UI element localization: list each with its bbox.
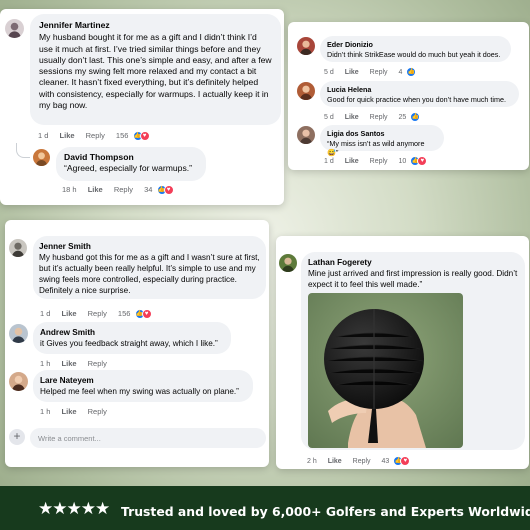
comment-time: 1 d — [40, 309, 51, 318]
trust-banner: ★★★★★ Trusted and loved by 6,000+ Golfer… — [0, 486, 530, 530]
reaction-count: 156 — [115, 131, 129, 140]
reply-button[interactable]: Reply — [88, 309, 107, 318]
reactions[interactable]: 👍 — [410, 112, 421, 122]
reactions[interactable]: 👍 — [406, 67, 417, 77]
reply-button[interactable]: Reply — [370, 158, 388, 165]
love-reaction-icon: ♥ — [163, 185, 174, 196]
comment-bubble: Eder Dionizio Didn’t think StrikEase wou… — [320, 36, 511, 62]
product-photo[interactable] — [308, 293, 463, 448]
avatar[interactable] — [297, 126, 315, 144]
comment-text: Helped me feel when my swing was actuall… — [40, 387, 239, 396]
comment-actions: 1 d Like Reply 10 👍♥ — [324, 156, 436, 166]
reactions[interactable]: 👍♥ — [156, 185, 174, 196]
reply-time: 18 h — [62, 185, 77, 194]
reply-text: “Agreed, especially for warmups.” — [64, 163, 192, 173]
comment-author[interactable]: Ligia dos Santos — [327, 129, 437, 139]
reply-button[interactable]: Reply — [370, 114, 388, 121]
reaction-count: 10 — [398, 157, 407, 165]
comment-text: Didn’t think StrikEase would do much but… — [327, 49, 501, 59]
comment-time: 5 d — [324, 68, 334, 76]
avatar[interactable] — [9, 372, 28, 391]
comment-author[interactable]: Lucia Helena — [327, 85, 512, 95]
reply-actions: 18 h Like Reply 34 👍♥ — [62, 185, 183, 196]
reply-button[interactable]: Reply — [114, 185, 133, 194]
avatar[interactable] — [9, 239, 27, 257]
comment-time: 2 h — [307, 457, 317, 465]
star-rating-icon: ★★★★★ — [38, 499, 110, 518]
reaction-count: 34 — [144, 185, 153, 194]
like-button[interactable]: Like — [328, 458, 342, 465]
avatar[interactable] — [279, 254, 297, 272]
reply-button[interactable]: Reply — [86, 131, 105, 140]
comment-author[interactable]: Jennifer Martinez — [39, 20, 272, 31]
comment-text: My husband bought it for me as a gift an… — [39, 32, 272, 111]
reply-author[interactable]: David Thompson — [64, 152, 198, 163]
thread-connector — [16, 143, 30, 158]
comment-actions: 1 h Like Reply — [40, 359, 116, 368]
love-reaction-icon: ♥ — [400, 456, 411, 466]
like-button[interactable]: Like — [345, 114, 359, 121]
comment-text: Good for quick practice when you don’t h… — [327, 94, 506, 104]
like-button[interactable]: Like — [60, 131, 75, 140]
like-button[interactable]: Like — [345, 69, 359, 76]
avatar[interactable] — [5, 19, 24, 38]
reaction-count: 43 — [381, 457, 390, 465]
like-button[interactable]: Like — [345, 158, 359, 165]
comment-bubble: Andrew Smith it Gives you feedback strai… — [33, 322, 231, 354]
comment-actions: 5 d Like Reply 25 👍 — [324, 112, 429, 122]
comment-text: My husband got this for me as a gift and… — [39, 253, 260, 295]
comment-time: 1 d — [38, 131, 49, 140]
comment-time: 1 h — [40, 359, 51, 368]
like-button[interactable]: Like — [62, 407, 77, 416]
comment-bubble: Lucia Helena Good for quick practice whe… — [320, 81, 519, 107]
reactions[interactable]: 👍♥ — [410, 156, 428, 166]
comment-time: 1 h — [40, 407, 51, 416]
like-reaction-icon: 👍 — [410, 112, 421, 122]
comment-actions: 5 d Like Reply 4 👍 — [324, 67, 425, 77]
comment-text: Mine just arrived and first impression i… — [308, 269, 518, 289]
reply-button[interactable]: Reply — [370, 69, 388, 76]
reply-button[interactable]: Reply — [353, 458, 371, 465]
comment-author[interactable]: Lare Nateyem — [40, 375, 246, 386]
trust-banner-text: Trusted and loved by 6,000+ Golfers and … — [121, 504, 530, 519]
reactions[interactable]: 👍♥ — [134, 309, 152, 320]
avatar[interactable] — [33, 149, 50, 166]
comment-text: it Gives you feedback straight away, whi… — [40, 339, 218, 348]
reaction-count: 4 — [398, 68, 403, 76]
reactions[interactable]: 👍♥ — [132, 131, 150, 142]
like-reaction-icon: 👍 — [406, 67, 417, 77]
write-comment-input[interactable]: Write a comment... — [30, 428, 266, 448]
like-button[interactable]: Like — [62, 309, 77, 318]
reaction-count: 25 — [398, 113, 407, 121]
reactions[interactable]: 👍♥ — [393, 456, 411, 466]
comment-actions: 1 h Like Reply — [40, 407, 116, 416]
comment-text: “My miss isn’t as wild anymore 😅” — [327, 138, 425, 158]
comment-author[interactable]: Lathan Fogerety — [308, 257, 518, 268]
comment-actions: 2 h Like Reply 43 👍♥ — [307, 456, 419, 466]
love-reaction-icon: ♥ — [141, 309, 152, 320]
comment-bubble: Jennifer Martinez My husband bought it f… — [30, 14, 281, 125]
avatar[interactable] — [297, 37, 315, 55]
comment-actions: 1 d Like Reply 156 👍♥ — [40, 309, 161, 320]
reply-button[interactable]: Reply — [88, 407, 107, 416]
comment-bubble: Ligia dos Santos “My miss isn’t as wild … — [320, 125, 444, 157]
love-reaction-icon: ♥ — [417, 156, 428, 166]
comment-bubble: Jenner Smith My husband got this for me … — [33, 236, 266, 299]
avatar[interactable] — [297, 82, 315, 100]
like-button[interactable]: Like — [88, 185, 103, 194]
comment-bubble: Lare Nateyem Helped me feel when my swin… — [33, 370, 253, 402]
comment-author[interactable]: Jenner Smith — [39, 241, 260, 252]
plus-icon[interactable]: + — [9, 429, 25, 445]
reaction-count: 156 — [117, 309, 131, 318]
love-reaction-icon: ♥ — [139, 131, 150, 142]
avatar[interactable] — [9, 324, 28, 343]
comment-author[interactable]: Eder Dionizio — [327, 40, 504, 50]
comment-actions: 1 d Like Reply 156 👍♥ — [38, 131, 159, 142]
comment-time: 5 d — [324, 113, 334, 121]
reply-button[interactable]: Reply — [88, 359, 107, 368]
like-button[interactable]: Like — [62, 359, 77, 368]
reply-bubble: David Thompson “Agreed, especially for w… — [56, 147, 206, 181]
comment-author[interactable]: Andrew Smith — [40, 327, 224, 338]
comment-time: 1 d — [324, 157, 334, 165]
